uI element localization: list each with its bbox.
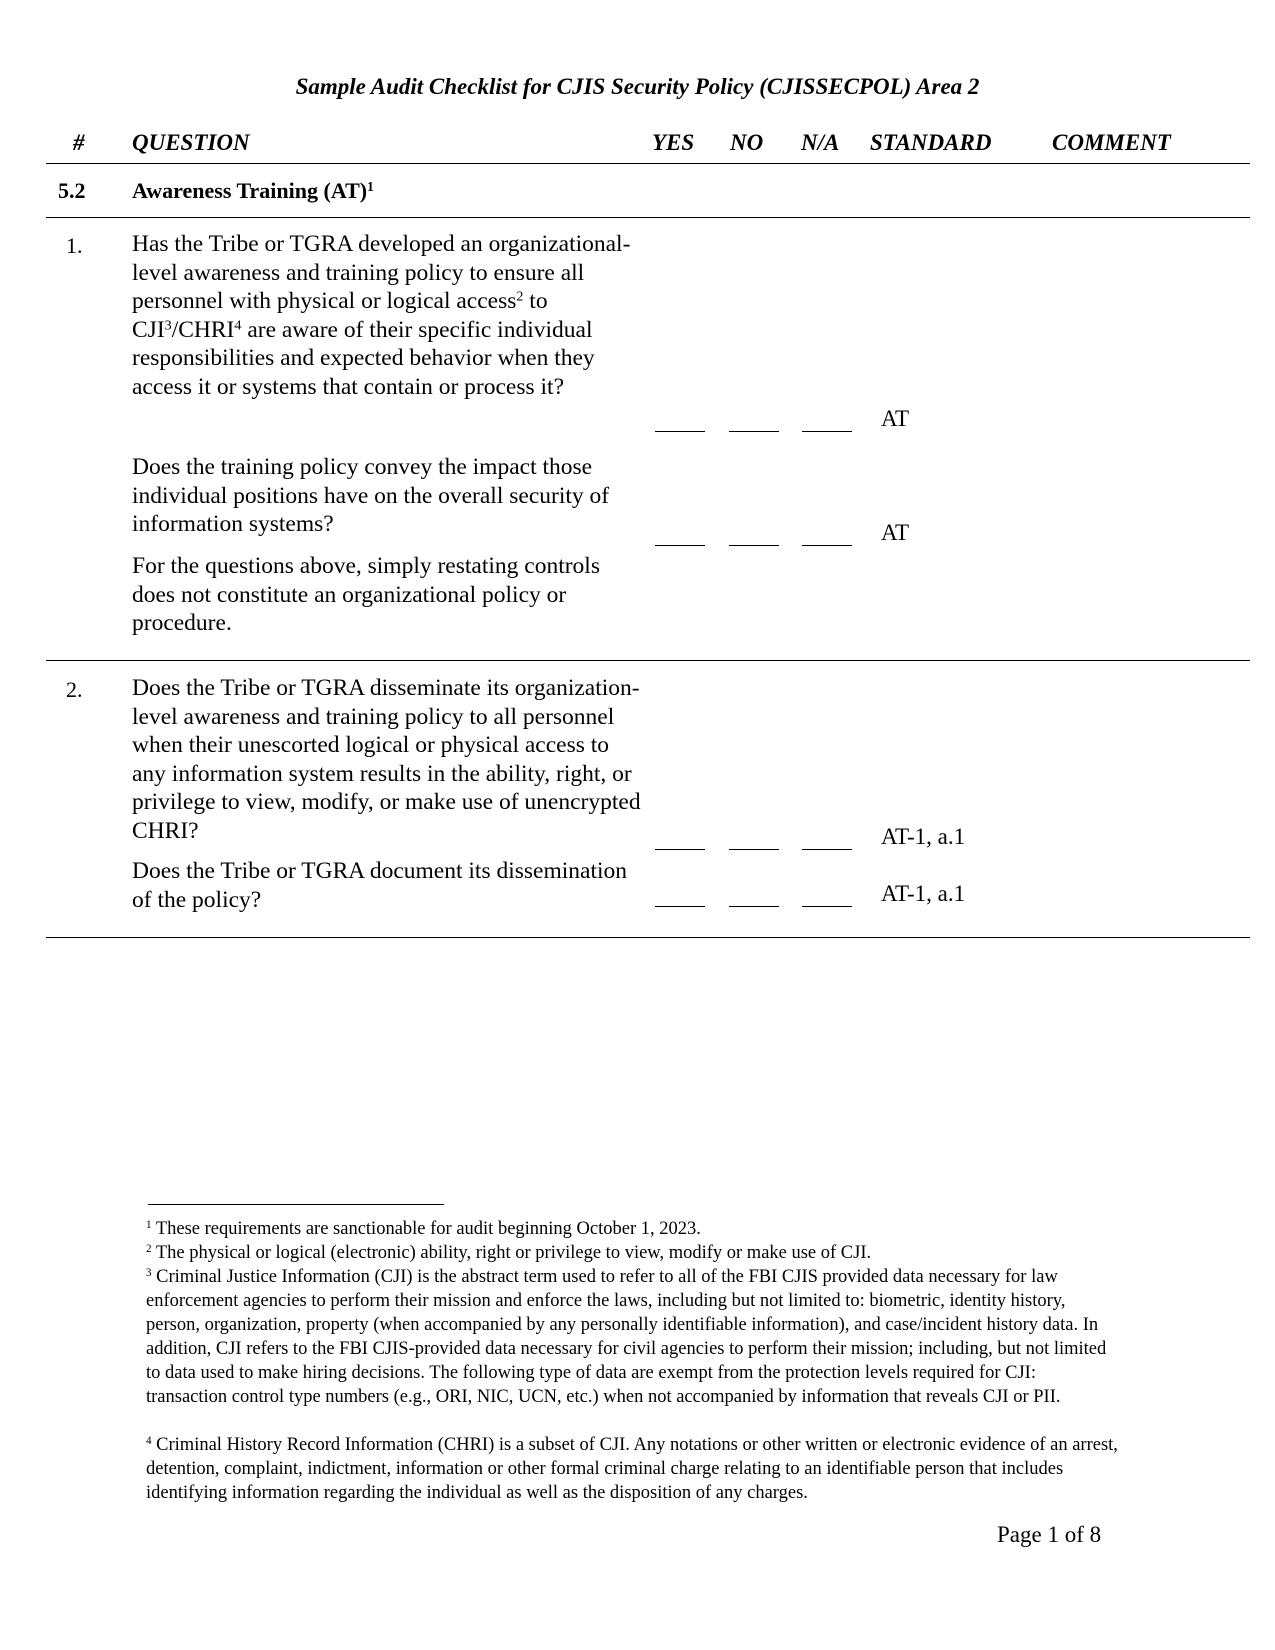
standard-reference: AT xyxy=(881,406,910,431)
column-header-no: NO xyxy=(730,130,764,155)
yes-answer-blank[interactable] xyxy=(655,849,705,850)
column-header-yes: YES xyxy=(652,130,695,155)
footnote-separator xyxy=(148,1204,444,1205)
item-number: 1. xyxy=(66,233,83,258)
footnote-text: The physical or logical (electronic) abi… xyxy=(151,1243,872,1263)
na-answer-blank[interactable] xyxy=(802,849,852,850)
yes-answer-blank[interactable] xyxy=(655,906,705,907)
no-answer-blank[interactable] xyxy=(729,545,779,546)
footnote-text: Criminal Justice Information (CJI) is th… xyxy=(146,1267,1107,1407)
section-title: Awareness Training (AT)1 xyxy=(132,178,374,204)
no-answer-blank[interactable] xyxy=(729,431,779,432)
standard-reference: AT xyxy=(881,520,910,545)
footnote: 3 Criminal Justice Information (CJI) is … xyxy=(146,1265,1121,1409)
yes-answer-blank[interactable] xyxy=(655,545,705,546)
item-question: Has the Tribe or TGRA developed an organ… xyxy=(132,230,642,401)
footnote-ref[interactable]: 1 xyxy=(367,179,374,194)
yes-answer-blank[interactable] xyxy=(655,431,705,432)
page-number: Page 1 of 8 xyxy=(997,1522,1102,1547)
question-text: /CHRI xyxy=(171,316,235,343)
column-header-comment: COMMENT xyxy=(1052,130,1171,155)
document-title: Sample Audit Checklist for CJIS Security… xyxy=(295,74,980,99)
standard-reference: AT-1, a.1 xyxy=(881,824,966,849)
section-number: 5.2 xyxy=(58,178,86,203)
column-header-na: N/A xyxy=(801,130,840,155)
no-answer-blank[interactable] xyxy=(729,849,779,850)
na-answer-blank[interactable] xyxy=(802,545,852,546)
table-bottom-divider xyxy=(46,937,1250,938)
question-text: Has the Tribe or TGRA developed an organ… xyxy=(132,231,631,314)
section-title-text: Awareness Training (AT) xyxy=(132,178,368,203)
footnote: 2 The physical or logical (electronic) a… xyxy=(146,1241,1121,1265)
section-divider xyxy=(46,217,1250,218)
header-divider xyxy=(46,163,1250,164)
item-number: 2. xyxy=(66,677,83,702)
footnote-text: These requirements are sanctionable for … xyxy=(151,1219,701,1239)
item-divider xyxy=(46,660,1250,661)
footnote: 1 These requirements are sanctionable fo… xyxy=(146,1217,1121,1241)
na-answer-blank[interactable] xyxy=(802,431,852,432)
item-note: For the questions above, simply restatin… xyxy=(132,553,600,636)
item-question: Does the Tribe or TGRA disseminate its o… xyxy=(132,675,641,844)
column-header-number: # xyxy=(73,130,85,155)
item-question: Does the Tribe or TGRA document its diss… xyxy=(132,858,628,913)
item-question: Does the training policy convey the impa… xyxy=(132,454,610,537)
no-answer-blank[interactable] xyxy=(729,906,779,907)
na-answer-blank[interactable] xyxy=(802,906,852,907)
footnote-text: Criminal History Record Information (CHR… xyxy=(146,1435,1118,1503)
column-header-standard: STANDARD xyxy=(870,130,992,155)
column-header-question: QUESTION xyxy=(132,130,250,155)
footnote: 4 Criminal History Record Information (C… xyxy=(146,1433,1121,1505)
footnote-ref[interactable]: 3 xyxy=(165,317,172,333)
standard-reference: AT-1, a.1 xyxy=(881,881,966,906)
